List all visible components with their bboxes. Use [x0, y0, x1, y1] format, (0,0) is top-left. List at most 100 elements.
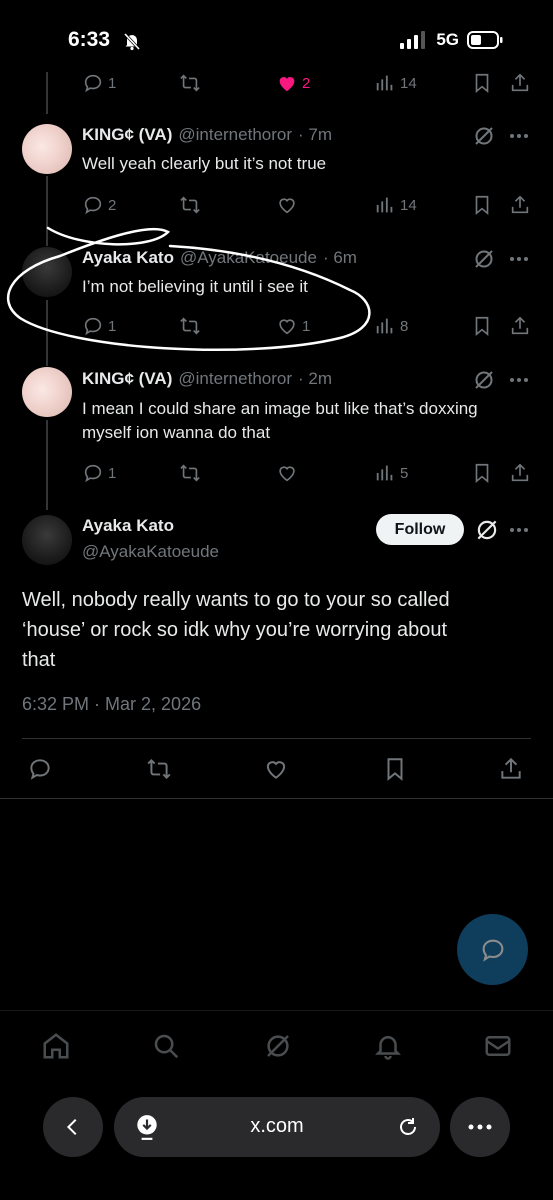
post-time: · 2m	[298, 369, 333, 388]
bell-icon[interactable]	[373, 1031, 403, 1061]
post-text-line: that	[22, 649, 56, 671]
user-handle[interactable]: @internethoror	[178, 125, 292, 145]
views-icon	[376, 197, 393, 213]
reply-header: KING¢ (VA) @internethoror · 2m	[82, 369, 332, 389]
grok-icon[interactable]	[474, 517, 500, 543]
retweet-icon	[180, 464, 200, 482]
status-indicators: 5G	[400, 30, 503, 50]
like-button[interactable]	[263, 756, 289, 782]
reply-button[interactable]	[27, 756, 53, 782]
share-icon	[511, 195, 529, 214]
retweet-icon	[180, 74, 200, 92]
compose-icon	[482, 939, 503, 962]
action-row: 1 5	[0, 462, 553, 488]
avatar[interactable]	[22, 515, 72, 565]
bookmark-icon	[475, 463, 489, 484]
reply-icon	[30, 759, 50, 780]
share-icon	[511, 73, 529, 92]
like-icon	[279, 77, 295, 92]
views-button[interactable]: 5	[374, 462, 408, 484]
display-name[interactable]: KING¢ (VA)	[82, 369, 172, 389]
silent-bell-icon	[122, 31, 142, 51]
compose-reply-button[interactable]	[457, 914, 528, 985]
bookmark-button[interactable]	[471, 72, 493, 94]
user-handle[interactable]: @AyakaKatoeude	[82, 542, 219, 562]
bookmark-button[interactable]	[471, 194, 493, 216]
follow-button[interactable]: Follow	[376, 514, 464, 545]
grok-icon[interactable]	[472, 124, 496, 148]
reply-header: KING¢ (VA) @internethoror · 7m	[82, 125, 332, 145]
display-name[interactable]: KING¢ (VA)	[82, 125, 172, 145]
bottom-nav	[0, 1010, 553, 1080]
post-timestamp[interactable]: 6:32 PM · Mar 2, 2026	[22, 694, 201, 715]
back-button[interactable]	[43, 1097, 103, 1157]
partial-action-row: 1 2 14	[0, 72, 553, 98]
action-row: 2 14	[0, 194, 553, 220]
status-time: 6:33	[68, 28, 111, 51]
share-icon	[511, 463, 529, 482]
reply-icon	[84, 196, 102, 215]
reply-icon	[84, 74, 102, 93]
bookmark-icon	[475, 195, 489, 216]
like-button[interactable]: 2	[276, 72, 310, 94]
retweet-button[interactable]	[178, 194, 202, 216]
signal-icon	[400, 31, 426, 49]
bookmark-icon	[475, 73, 489, 94]
like-button[interactable]	[276, 462, 298, 484]
grok-icon[interactable]	[263, 1031, 293, 1061]
network-type: 5G	[436, 30, 459, 49]
battery-icon	[467, 31, 503, 49]
avatar[interactable]	[22, 367, 72, 417]
reload-icon[interactable]	[396, 1115, 420, 1139]
share-button[interactable]	[498, 756, 524, 782]
user-handle[interactable]: @internethoror	[178, 369, 292, 389]
chevron-left-icon	[66, 1118, 77, 1136]
share-button[interactable]	[509, 72, 531, 94]
handdrawn-circle-annotation	[7, 226, 371, 352]
reply-icon	[84, 464, 102, 483]
reply-text-line: myself ion wanna do that	[82, 423, 271, 442]
url-bar[interactable]: x.com	[114, 1097, 440, 1157]
divider	[0, 798, 553, 799]
search-icon[interactable]	[151, 1031, 181, 1061]
reply-text-line: I mean I could share an image but like t…	[82, 399, 478, 418]
post-text-line: Well, nobody really wants to go to your …	[22, 589, 450, 611]
divider	[22, 738, 531, 739]
avatar[interactable]	[22, 124, 72, 174]
grok-icon[interactable]	[472, 368, 496, 392]
reply-text: Well yeah clearly but it’s not true	[82, 154, 327, 173]
retweet-button[interactable]	[145, 756, 173, 782]
more-icon	[468, 1124, 492, 1130]
views-button[interactable]: 14	[374, 194, 417, 216]
display-name[interactable]: Ayaka Kato	[82, 516, 174, 536]
retweet-button[interactable]	[178, 72, 202, 94]
post-text-line: ‘house’ or rock so idk why you’re worryi…	[22, 619, 448, 641]
browser-menu-button[interactable]	[450, 1097, 510, 1157]
like-icon	[266, 761, 286, 779]
share-icon	[501, 757, 521, 779]
reply-button[interactable]: 1	[82, 462, 116, 484]
retweet-icon	[147, 758, 171, 780]
views-button[interactable]: 14	[374, 72, 417, 94]
mail-icon[interactable]	[483, 1031, 513, 1061]
bookmark-button[interactable]	[382, 756, 408, 782]
share-button[interactable]	[509, 462, 531, 484]
reply-button[interactable]: 2	[82, 194, 116, 216]
more-icon[interactable]	[508, 519, 530, 541]
share-button[interactable]	[509, 194, 531, 216]
url-text: x.com	[250, 1115, 304, 1137]
more-icon[interactable]	[508, 125, 530, 147]
views-icon	[376, 75, 393, 91]
retweet-button[interactable]	[178, 462, 202, 484]
post-time: · 7m	[298, 125, 333, 144]
reply-button[interactable]: 1	[82, 72, 116, 94]
bookmark-button[interactable]	[471, 462, 493, 484]
retweet-icon	[180, 196, 200, 214]
like-icon	[279, 466, 295, 482]
like-icon	[279, 198, 295, 214]
like-button[interactable]	[276, 194, 298, 216]
more-icon[interactable]	[508, 369, 530, 391]
home-icon[interactable]	[41, 1031, 71, 1061]
bookmark-icon	[387, 758, 403, 781]
post-text: Well, nobody really wants to go to your …	[22, 585, 527, 675]
